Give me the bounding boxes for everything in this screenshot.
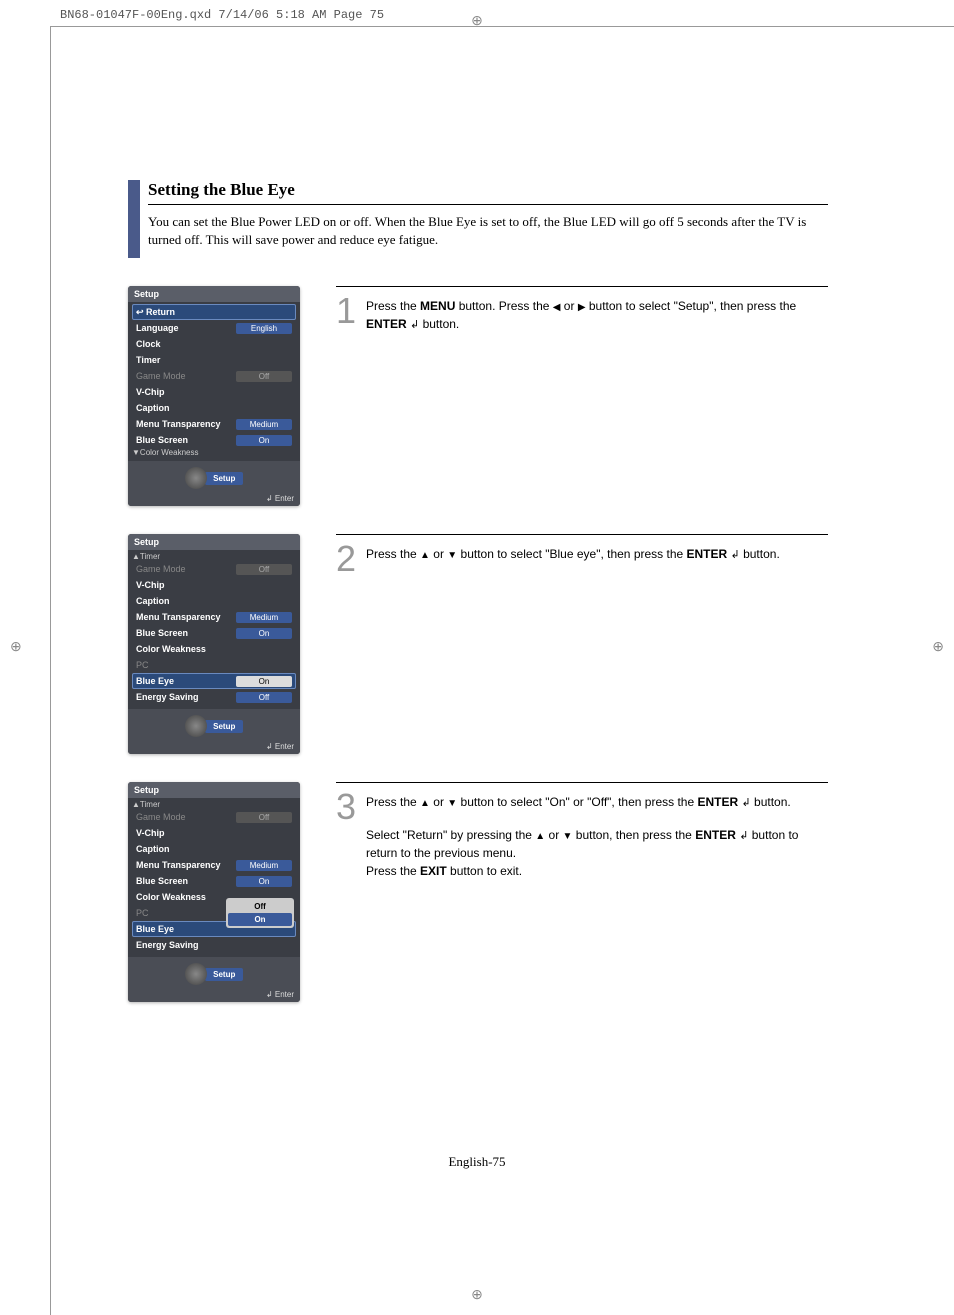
osd-title: Setup [128, 782, 300, 798]
osd-row: Caption [132, 841, 296, 857]
osd-footer: Setup [128, 709, 300, 739]
down-arrow-icon: ▼ [447, 550, 457, 561]
section-header: Setting the Blue Eye You can set the Blu… [128, 180, 828, 258]
enter-icon: ↲ [739, 830, 748, 842]
osd-row: Game ModeOff [132, 561, 296, 577]
step-number: 3 [336, 789, 366, 825]
osd-footer-label: Setup [205, 720, 243, 733]
print-header: BN68-01047F-00Eng.qxd 7/14/06 5:18 AM Pa… [60, 8, 384, 22]
osd-footer: Setup [128, 461, 300, 491]
osd-row: Clock [132, 336, 296, 352]
osd-row: Caption [132, 593, 296, 609]
step-text: Press the MENU button. Press the ◀ or ▶ … [366, 297, 828, 348]
enter-icon: ↲ [410, 319, 419, 331]
osd-enter-hint: ↲ Enter [128, 987, 300, 1002]
osd-row: Caption [132, 400, 296, 416]
enter-icon: ↲ [741, 797, 750, 809]
section-intro: You can set the Blue Power LED on or off… [148, 213, 828, 249]
osd-return-row: ↩ Return [132, 304, 296, 320]
osd-footer: Setup [128, 957, 300, 987]
step-text: Press the ▲ or ▼ button to select "Blue … [366, 545, 828, 578]
right-arrow-icon: ▶ [578, 302, 586, 313]
osd-row: Blue ScreenOn [132, 873, 296, 889]
osd-row: V-Chip [132, 384, 296, 400]
popup-option-off: Off [228, 900, 292, 913]
down-arrow-icon: ▼ [563, 831, 573, 842]
osd-enter-hint: ↲ Enter [128, 739, 300, 754]
osd-row: Game ModeOff [132, 809, 296, 825]
left-arrow-icon: ◀ [553, 302, 561, 313]
down-arrow-icon: ▼ [447, 798, 457, 809]
step-3: Setup ▲Timer Game ModeOff V-Chip Caption… [128, 782, 828, 1002]
osd-title: Setup [128, 286, 300, 302]
gear-icon [185, 467, 207, 489]
page-content: Setting the Blue Eye You can set the Blu… [128, 180, 828, 1002]
osd-row: Energy Saving [132, 937, 296, 953]
section-title: Setting the Blue Eye [148, 180, 828, 205]
crop-mark-icon: ⊕ [471, 12, 483, 29]
osd-row: Menu TransparencyMedium [132, 857, 296, 873]
osd-row: PC [132, 657, 296, 673]
crop-line-top [50, 26, 954, 27]
osd-enter-hint: ↲ Enter [128, 491, 300, 506]
crop-line-left [50, 26, 51, 1315]
crop-mark-icon: ⊕ [10, 638, 22, 655]
osd-row: Blue ScreenOn [132, 625, 296, 641]
page-footer: English-75 [0, 1154, 954, 1170]
osd-scroll-indicator: ▲Timer [132, 800, 296, 809]
osd-popup: Off On [226, 898, 294, 928]
step-rule [336, 286, 828, 287]
osd-row: LanguageEnglish [132, 320, 296, 336]
popup-option-on: On [228, 913, 292, 926]
step-number: 2 [336, 541, 366, 577]
osd-footer-label: Setup [205, 968, 243, 981]
gear-icon [185, 963, 207, 985]
osd-row: Blue ScreenOn [132, 432, 296, 448]
crop-mark-icon: ⊕ [471, 1286, 483, 1303]
crop-mark-icon: ⊕ [932, 638, 944, 655]
osd-row: Energy SavingOff [132, 689, 296, 705]
step-2: Setup ▲Timer Game ModeOff V-Chip Caption… [128, 534, 828, 754]
osd-scroll-indicator: ▲Timer [132, 552, 296, 561]
osd-row: Timer [132, 352, 296, 368]
osd-scroll-indicator: ▼Color Weakness [132, 448, 296, 457]
gear-icon [185, 715, 207, 737]
osd-row-selected: Blue EyeOn [132, 673, 296, 689]
osd-row: V-Chip [132, 825, 296, 841]
osd-footer-label: Setup [205, 472, 243, 485]
step-1: Setup ↩ Return LanguageEnglish Clock Tim… [128, 286, 828, 506]
up-arrow-icon: ▲ [420, 798, 430, 809]
step-rule [336, 782, 828, 783]
osd-title: Setup [128, 534, 300, 550]
osd-row: Menu TransparencyMedium [132, 609, 296, 625]
osd-row: Color Weakness [132, 641, 296, 657]
osd-screenshot-3: Setup ▲Timer Game ModeOff V-Chip Caption… [128, 782, 300, 1002]
osd-row: Menu TransparencyMedium [132, 416, 296, 432]
osd-screenshot-2: Setup ▲Timer Game ModeOff V-Chip Caption… [128, 534, 300, 754]
step-text: Press the ▲ or ▼ button to select "On" o… [366, 793, 828, 894]
step-rule [336, 534, 828, 535]
enter-icon: ↲ [731, 549, 740, 561]
accent-bar [128, 180, 140, 258]
osd-row: Game ModeOff [132, 368, 296, 384]
osd-row: V-Chip [132, 577, 296, 593]
osd-screenshot-1: Setup ↩ Return LanguageEnglish Clock Tim… [128, 286, 300, 506]
up-arrow-icon: ▲ [420, 550, 430, 561]
up-arrow-icon: ▲ [535, 831, 545, 842]
step-number: 1 [336, 293, 366, 329]
